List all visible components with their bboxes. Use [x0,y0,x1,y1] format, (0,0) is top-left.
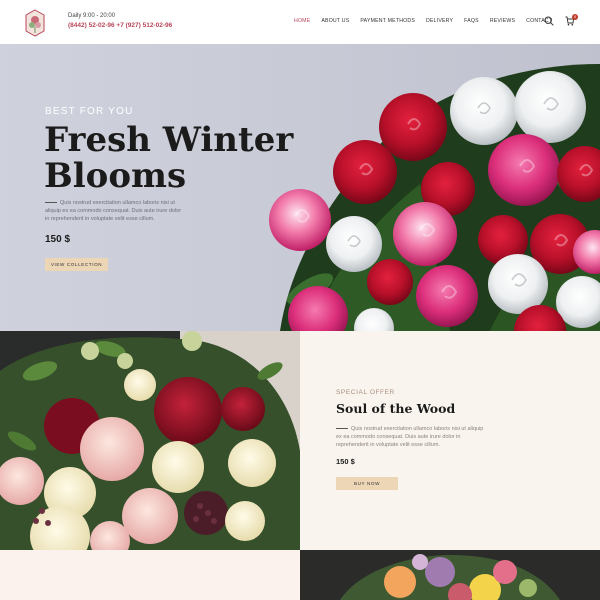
offer-bouquet-image [0,331,300,550]
site-header: Daily 9:00 - 20:00 (8442) 52-02-96 +7 (9… [0,0,600,44]
contact-info: Daily 9:00 - 20:00 (8442) 52-02-96 +7 (9… [68,12,172,32]
nav-faqs[interactable]: FAQS [464,18,479,24]
special-offer-panel: SPECIAL OFFER Soul of the Wood Quis nost… [300,331,600,550]
offer-title: Soul of the Wood [336,401,456,416]
offer-price: 150 $ [336,457,355,466]
hero-description-text: Quis nostrud exercitation ullamco labori… [45,200,182,222]
offer-description: Quis nostrud exercitation ullamco labori… [336,425,486,449]
nav-delivery[interactable]: DELIVERY [426,18,453,24]
rose-bouquet-image [269,64,600,331]
hero-price: 150 $ [45,234,71,245]
search-icon[interactable] [544,16,554,26]
next-section-image [300,550,600,600]
dash-divider [336,428,348,430]
bouquet-preview-illustration [300,550,600,600]
next-section-panel [0,550,300,600]
nav-about-us[interactable]: ABOUT US [321,18,349,24]
view-collection-button[interactable]: VIEW COLLECTION [45,258,108,271]
nav-reviews[interactable]: REVIEWS [490,18,515,24]
dash-divider [45,202,57,204]
offer-description-text: Quis nostrud exercitation ullamco labori… [336,426,484,448]
hero-description: Quis nostrud exercitation ullamco labori… [45,199,185,223]
logo-icon[interactable] [24,9,46,37]
hero-kicker: BEST FOR YOU [45,106,134,117]
main-nav: HOME ABOUT US PAYMENT METHODS DELIVERY F… [294,18,563,24]
mixed-bouquet-illustration [0,331,300,550]
hero-banner: BEST FOR YOU Fresh Winter Blooms Quis no… [0,44,600,331]
opening-hours: Daily 9:00 - 20:00 [68,13,116,19]
offer-kicker: SPECIAL OFFER [336,389,395,396]
buy-now-button[interactable]: BUY NOW [336,477,398,490]
phone-numbers[interactable]: (8442) 52-02-96 +7 (927) 512-02-96 [68,20,172,32]
cart-count-badge: 0 [572,14,578,20]
hero-title-line2: Blooms [44,156,187,196]
nav-payment-methods[interactable]: PAYMENT METHODS [360,18,415,24]
nav-home[interactable]: HOME [294,18,310,24]
